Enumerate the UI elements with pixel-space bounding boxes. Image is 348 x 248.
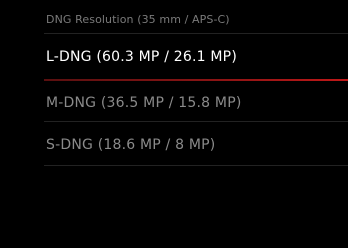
option-label: S-DNG (18.6 MP / 8 MP) [46,137,216,153]
divider [44,165,348,166]
camera-menu-screen: DNG Resolution (35 mm / APS-C) L-DNG (60… [0,0,348,248]
menu-title: DNG Resolution (35 mm / APS-C) [46,13,230,26]
divider [44,121,348,122]
option-label: M-DNG (36.5 MP / 15.8 MP) [46,95,242,111]
option-m-dng[interactable]: M-DNG (36.5 MP / 15.8 MP) [0,85,348,123]
option-label: L-DNG (60.3 MP / 26.1 MP) [46,49,237,65]
selection-underline [44,79,348,81]
option-s-dng[interactable]: S-DNG (18.6 MP / 8 MP) [0,127,348,165]
divider [44,33,348,34]
option-l-dng[interactable]: L-DNG (60.3 MP / 26.1 MP) [0,39,348,77]
